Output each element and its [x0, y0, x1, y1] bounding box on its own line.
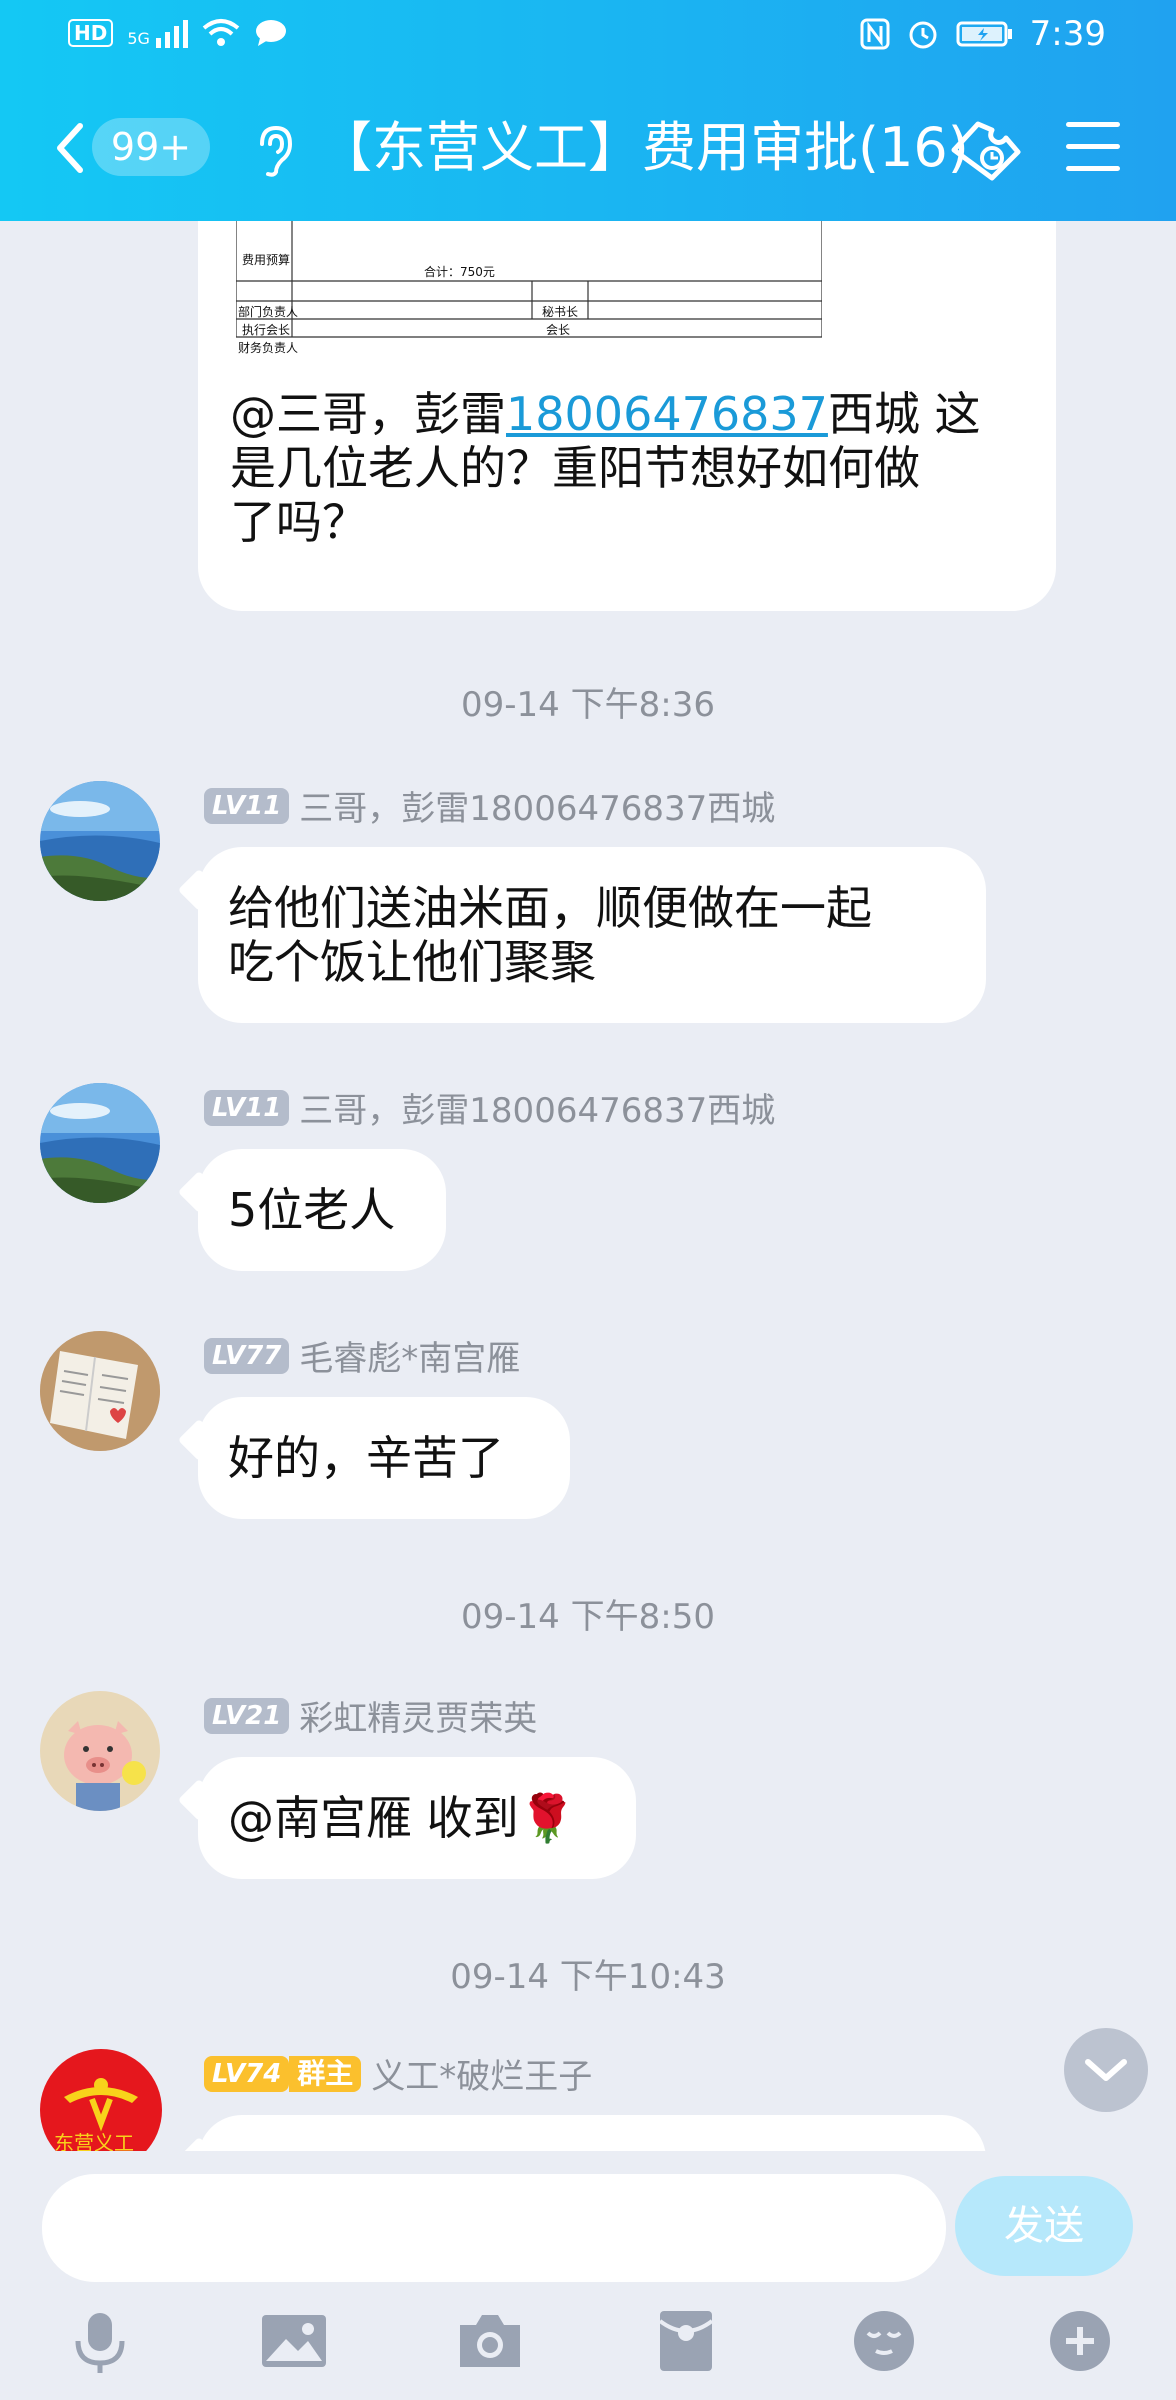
message-bubble[interactable]: 给他们送油米面，顺便做在一起 吃个饭让他们聚聚: [177, 847, 986, 1023]
network-type: 5G: [127, 29, 150, 48]
phone-link[interactable]: 18006476837: [506, 387, 828, 441]
form-finance-head: 财务负责人: [238, 341, 299, 355]
red-packet-icon[interactable]: [650, 2305, 722, 2377]
back-arrow-icon[interactable]: [48, 120, 96, 176]
avatar[interactable]: [40, 1331, 160, 1451]
sender-name[interactable]: 毛睿彪*南宫雁: [299, 1331, 520, 1380]
battery-icon: [956, 21, 1012, 47]
sender-info: LV74 群主 义工*破烂王子: [204, 2049, 592, 2098]
nfc-icon: [860, 18, 890, 50]
timestamp: 09-14 下午8:50: [461, 1597, 715, 1637]
sender-info: LV77 毛睿彪*南宫雁: [204, 1331, 520, 1380]
unread-count-badge[interactable]: 99+: [92, 118, 210, 176]
message-text: 好的，辛苦了: [228, 1431, 504, 1485]
avatar[interactable]: 东营义工: [40, 2049, 162, 2151]
sender-name[interactable]: 义工*破烂王子: [371, 2049, 592, 2098]
hd-indicator: HD: [68, 19, 114, 47]
mic-icon[interactable]: [64, 2305, 136, 2377]
sender-name[interactable]: 三哥，彭雷18006476837西城: [299, 781, 775, 830]
form-image-preview[interactable]: 费用预算 合计：750元 部门负责人 秘书长 执行会长 会长 财务负责人: [236, 221, 822, 355]
status-bar: HD 5G 7:39: [0, 0, 1176, 72]
wifi-icon: [202, 19, 240, 46]
chat-title: 【东营义工】费用审批(16): [318, 116, 969, 179]
group-owner-badge: 群主: [289, 2055, 362, 2092]
menu-icon[interactable]: [1066, 122, 1120, 172]
form-budget-label: 费用预算: [242, 253, 291, 267]
timestamp: 09-14 下午10:43: [450, 1957, 726, 1997]
form-total: 合计：750元: [424, 265, 495, 279]
message-text: 吃个饭让他们聚聚: [228, 935, 596, 989]
avatar[interactable]: [40, 1083, 160, 1203]
message-text: 5位老人: [228, 1183, 396, 1237]
form-president: 会长: [546, 323, 571, 337]
message-bubble[interactable]: @南宫雁 收到🌹: [177, 1757, 636, 1879]
message-input[interactable]: [42, 2174, 946, 2282]
chat-message-list[interactable]: 费用预算 合计：750元 部门负责人 秘书长 执行会长 会长 财务负责人 @三哥…: [0, 221, 1176, 2151]
sender-name[interactable]: 三哥，彭雷18006476837西城: [299, 1083, 775, 1132]
message-notification-icon: [255, 20, 286, 46]
level-badge: LV11: [204, 1089, 290, 1126]
sender-info: LV11 三哥，彭雷18006476837西城: [204, 1083, 775, 1132]
sender-info: LV21 彩虹精灵贾荣英: [204, 1691, 537, 1740]
message-text: @南宫雁 收到🌹: [228, 1791, 576, 1845]
title-bar: 99+ 【东营义工】费用审批(16): [0, 100, 1176, 196]
top-bar: HD 5G 7:39 99+ 【东营义工】费用审批(16): [0, 0, 1176, 221]
alarm-icon: [909, 21, 937, 49]
avatar[interactable]: [40, 781, 160, 901]
level-badge: LV74: [204, 2055, 290, 2092]
message-text: @三哥，彭雷18006476837西城 这 是几位老人的？重阳节想好如何做 了吗…: [230, 387, 981, 549]
message-bubble[interactable]: 5位老人: [177, 1149, 446, 1271]
bottom-toolbar: [0, 2291, 1176, 2400]
message-bubble[interactable]: 好的，辛苦了: [177, 1397, 570, 1519]
clock: 7:39: [1029, 14, 1106, 54]
chevron-down-icon: [1085, 2059, 1127, 2081]
emoji-icon[interactable]: [848, 2305, 920, 2377]
avatar[interactable]: [40, 1691, 160, 1811]
level-badge: LV21: [204, 1697, 290, 1734]
plus-icon[interactable]: [1044, 2305, 1116, 2377]
scroll-down-button[interactable]: [1064, 2028, 1148, 2112]
level-badge: LV77: [204, 1337, 290, 1374]
camera-icon[interactable]: [454, 2305, 526, 2377]
rose-emoji: 🌹: [518, 1791, 576, 1845]
input-bar: 发送: [0, 2151, 1176, 2291]
sender-name[interactable]: 彩虹精灵贾荣英: [299, 1691, 537, 1740]
image-icon[interactable]: [258, 2305, 330, 2377]
send-button[interactable]: 发送: [955, 2176, 1133, 2276]
sender-info: LV11 三哥，彭雷18006476837西城: [204, 781, 775, 830]
timestamp: 09-14 下午8:36: [461, 685, 715, 725]
message-bubble[interactable]: 费用预算 合计：750元 部门负责人 秘书长 执行会长 会长 财务负责人 @三哥…: [198, 221, 1056, 611]
message-text: 给他们送油米面，顺便做在一起: [228, 881, 872, 935]
group-ticket-icon[interactable]: [948, 116, 1024, 186]
avatar-logo-text: 东营义工: [54, 2131, 134, 2151]
earpiece-mode-icon[interactable]: [252, 122, 296, 178]
signal-icon: 5G: [127, 18, 188, 48]
level-badge: LV11: [204, 787, 290, 824]
message-bubble[interactable]: [177, 2115, 986, 2151]
